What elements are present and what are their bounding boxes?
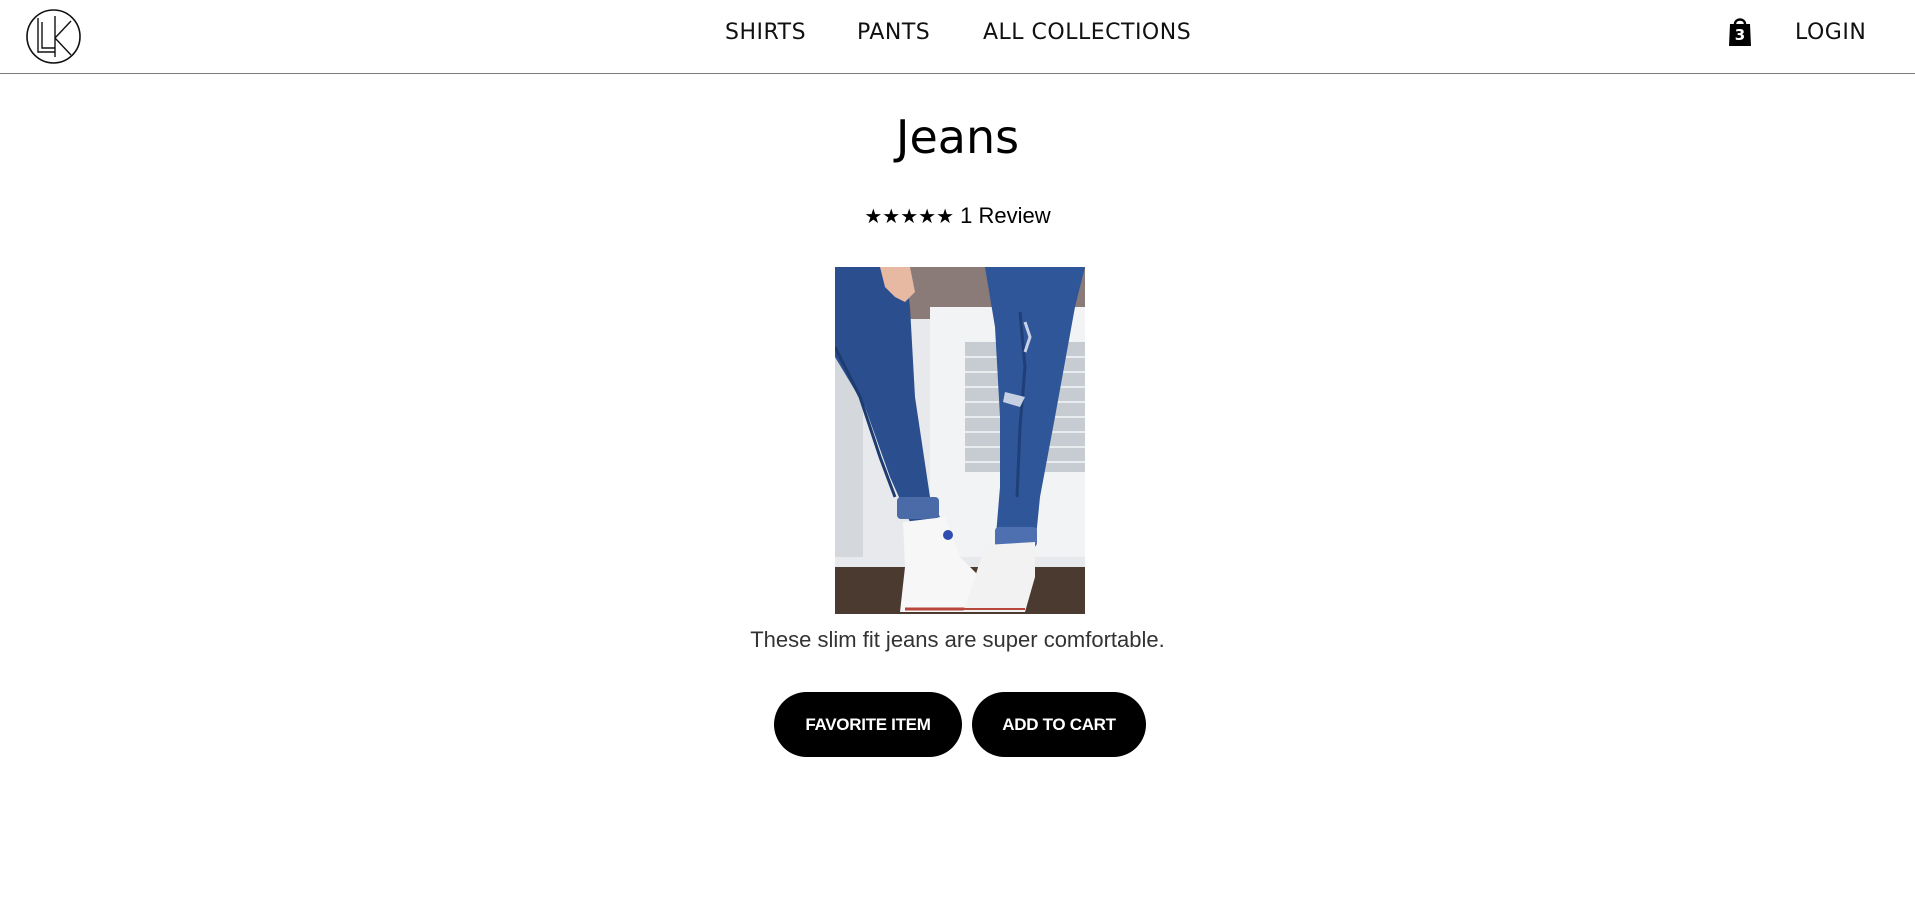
product-rating[interactable]: ★★★★★ 1 Review [0,203,1915,229]
product-description: These slim fit jeans are super comfortab… [750,627,1165,652]
star-rating-icon: ★★★★★ [864,204,955,228]
favorite-item-button[interactable]: FAVORITE ITEM [774,692,962,757]
review-count: 1 Review [960,203,1051,228]
product-title: Jeans [895,110,1020,164]
product-image [835,267,1085,614]
main-nav: SHIRTS PANTS ALL COLLECTIONS [0,0,1915,66]
cart-count-badge: 3 [1734,26,1746,44]
add-to-cart-button[interactable]: ADD TO CART [972,692,1146,757]
login-link[interactable]: LOGIN [1795,20,1866,45]
nav-link-pants[interactable]: PANTS [857,20,930,45]
cart-button[interactable]: 3 [1727,15,1753,47]
nav-link-all-collections[interactable]: ALL COLLECTIONS [983,20,1191,45]
top-navigation-bar: SHIRTS PANTS ALL COLLECTIONS 3 LOGIN [0,0,1915,74]
nav-link-shirts[interactable]: SHIRTS [725,20,806,45]
